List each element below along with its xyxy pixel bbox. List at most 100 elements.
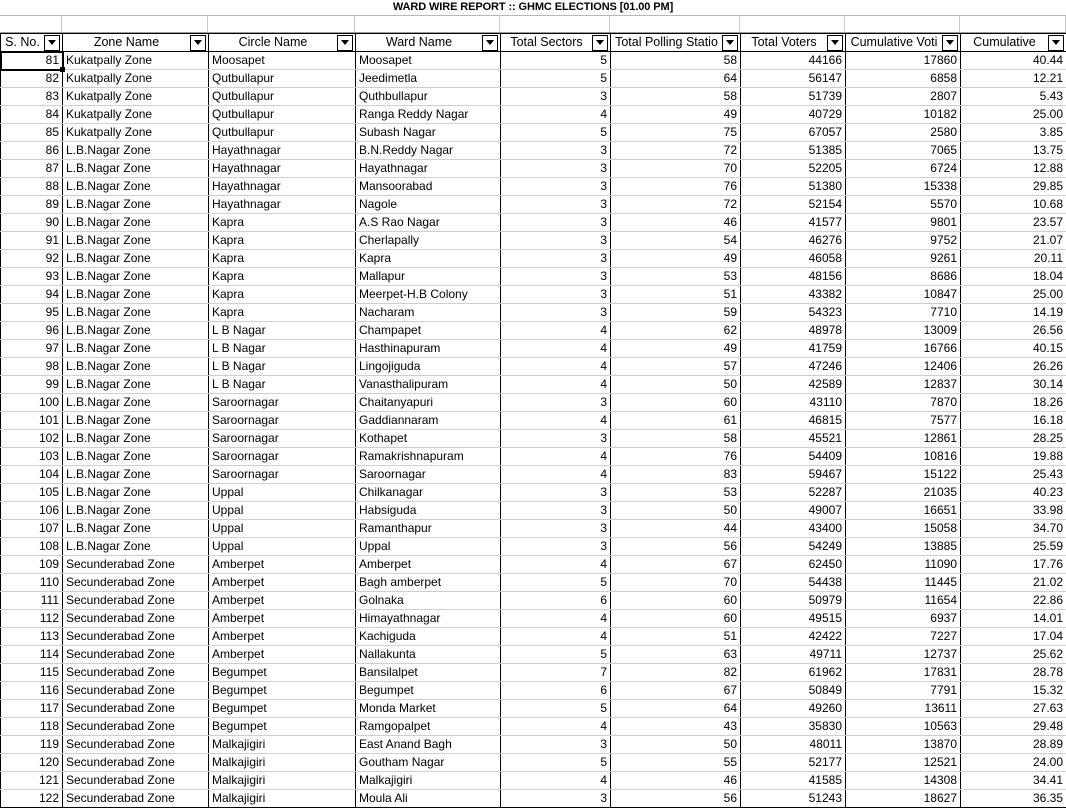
cell[interactable]: Saroornagar: [355, 465, 501, 484]
cell[interactable]: L B Nagar: [208, 357, 356, 376]
cell[interactable]: 10.68: [960, 195, 1066, 214]
cell[interactable]: Kukatpally Zone: [62, 69, 209, 88]
cell[interactable]: 25.59: [960, 537, 1066, 556]
cell[interactable]: L.B.Nagar Zone: [62, 483, 209, 502]
cell[interactable]: 98: [0, 357, 63, 376]
cell[interactable]: 40.23: [960, 483, 1066, 502]
cell[interactable]: 54409: [740, 447, 846, 466]
cell[interactable]: 3: [500, 393, 611, 412]
cell[interactable]: Amberpet: [208, 627, 356, 646]
cell[interactable]: Begumpet: [208, 663, 356, 682]
cell[interactable]: 9801: [845, 213, 961, 232]
cell[interactable]: Secunderabad Zone: [62, 627, 209, 646]
cell[interactable]: 5: [500, 51, 611, 70]
cell[interactable]: 56: [610, 789, 741, 808]
cell[interactable]: 107: [0, 519, 63, 538]
cell[interactable]: L.B.Nagar Zone: [62, 339, 209, 358]
cell[interactable]: B.N.Reddy Nagar: [355, 141, 501, 160]
cell[interactable]: L.B.Nagar Zone: [62, 429, 209, 448]
cell[interactable]: 51380: [740, 177, 846, 196]
cell[interactable]: 35830: [740, 717, 846, 736]
cell[interactable]: 67: [610, 681, 741, 700]
cell[interactable]: Monda Market: [355, 699, 501, 718]
cell[interactable]: 54: [610, 231, 741, 250]
cell[interactable]: 22.86: [960, 591, 1066, 610]
cell[interactable]: 34.70: [960, 519, 1066, 538]
cell[interactable]: 93: [0, 267, 63, 286]
cell[interactable]: Qutbullapur: [208, 69, 356, 88]
cell[interactable]: Lingojiguda: [355, 357, 501, 376]
cell[interactable]: 86: [0, 141, 63, 160]
cell[interactable]: Mallapur: [355, 267, 501, 286]
cell[interactable]: 90: [0, 213, 63, 232]
cell[interactable]: Secunderabad Zone: [62, 735, 209, 754]
cell[interactable]: Hayathnagar: [208, 141, 356, 160]
cell[interactable]: 11654: [845, 591, 961, 610]
cell[interactable]: 2807: [845, 87, 961, 106]
cell[interactable]: 70: [610, 573, 741, 592]
cell[interactable]: 70: [610, 159, 741, 178]
filter-dropdown-icon[interactable]: [592, 34, 608, 51]
cell[interactable]: L.B.Nagar Zone: [62, 375, 209, 394]
cell[interactable]: 10563: [845, 717, 961, 736]
cell[interactable]: 120: [0, 753, 63, 772]
cell[interactable]: 101: [0, 411, 63, 430]
cell[interactable]: L B Nagar: [208, 375, 356, 394]
cell[interactable]: Chilkanagar: [355, 483, 501, 502]
cell[interactable]: A.S Rao Nagar: [355, 213, 501, 232]
cell[interactable]: 83: [610, 465, 741, 484]
cell[interactable]: 24.00: [960, 753, 1066, 772]
cell[interactable]: 36.35: [960, 789, 1066, 808]
cell[interactable]: 51: [610, 285, 741, 304]
cell[interactable]: 3.85: [960, 123, 1066, 142]
cell[interactable]: 56147: [740, 69, 846, 88]
cell[interactable]: 3: [500, 789, 611, 808]
cell[interactable]: Kapra: [208, 231, 356, 250]
cell[interactable]: 5: [500, 753, 611, 772]
filter-dropdown-icon[interactable]: [44, 34, 60, 51]
cell[interactable]: 51243: [740, 789, 846, 808]
cell[interactable]: Kachiguda: [355, 627, 501, 646]
cell[interactable]: 50: [610, 375, 741, 394]
cell[interactable]: 106: [0, 501, 63, 520]
cell[interactable]: 117: [0, 699, 63, 718]
cell[interactable]: 49260: [740, 699, 846, 718]
cell[interactable]: 40.44: [960, 51, 1066, 70]
cell[interactable]: Secunderabad Zone: [62, 609, 209, 628]
cell[interactable]: 9752: [845, 231, 961, 250]
cell[interactable]: 104: [0, 465, 63, 484]
cell[interactable]: 58: [610, 87, 741, 106]
cell[interactable]: 99: [0, 375, 63, 394]
column-header-total-sectors[interactable]: Total Sectors: [500, 33, 611, 52]
cell[interactable]: 6: [500, 681, 611, 700]
cell[interactable]: 51385: [740, 141, 846, 160]
cell[interactable]: 58: [610, 51, 741, 70]
cell[interactable]: 15058: [845, 519, 961, 538]
cell[interactable]: L.B.Nagar Zone: [62, 501, 209, 520]
cell[interactable]: Uppal: [208, 519, 356, 538]
cell[interactable]: Uppal: [208, 537, 356, 556]
cell[interactable]: Chaitanyapuri: [355, 393, 501, 412]
cell[interactable]: 3: [500, 177, 611, 196]
cell[interactable]: 76: [610, 447, 741, 466]
cell[interactable]: Amberpet: [208, 609, 356, 628]
cell[interactable]: East Anand Bagh: [355, 735, 501, 754]
filter-dropdown-icon[interactable]: [722, 34, 738, 51]
cell[interactable]: 28.89: [960, 735, 1066, 754]
cell[interactable]: 72: [610, 141, 741, 160]
cell[interactable]: L.B.Nagar Zone: [62, 537, 209, 556]
cell[interactable]: 3: [500, 195, 611, 214]
cell[interactable]: 46276: [740, 231, 846, 250]
cell[interactable]: Secunderabad Zone: [62, 555, 209, 574]
cell[interactable]: 44166: [740, 51, 846, 70]
cell[interactable]: Kothapet: [355, 429, 501, 448]
cell[interactable]: Cherlapally: [355, 231, 501, 250]
column-header-ward-name[interactable]: Ward Name: [355, 33, 501, 52]
cell[interactable]: 4: [500, 411, 611, 430]
cell[interactable]: Malkajigiri: [208, 771, 356, 790]
cell[interactable]: Bagh amberpet: [355, 573, 501, 592]
column-header-zone-name[interactable]: Zone Name: [62, 33, 209, 52]
cell[interactable]: Uppal: [355, 537, 501, 556]
cell[interactable]: L.B.Nagar Zone: [62, 303, 209, 322]
cell[interactable]: 97: [0, 339, 63, 358]
